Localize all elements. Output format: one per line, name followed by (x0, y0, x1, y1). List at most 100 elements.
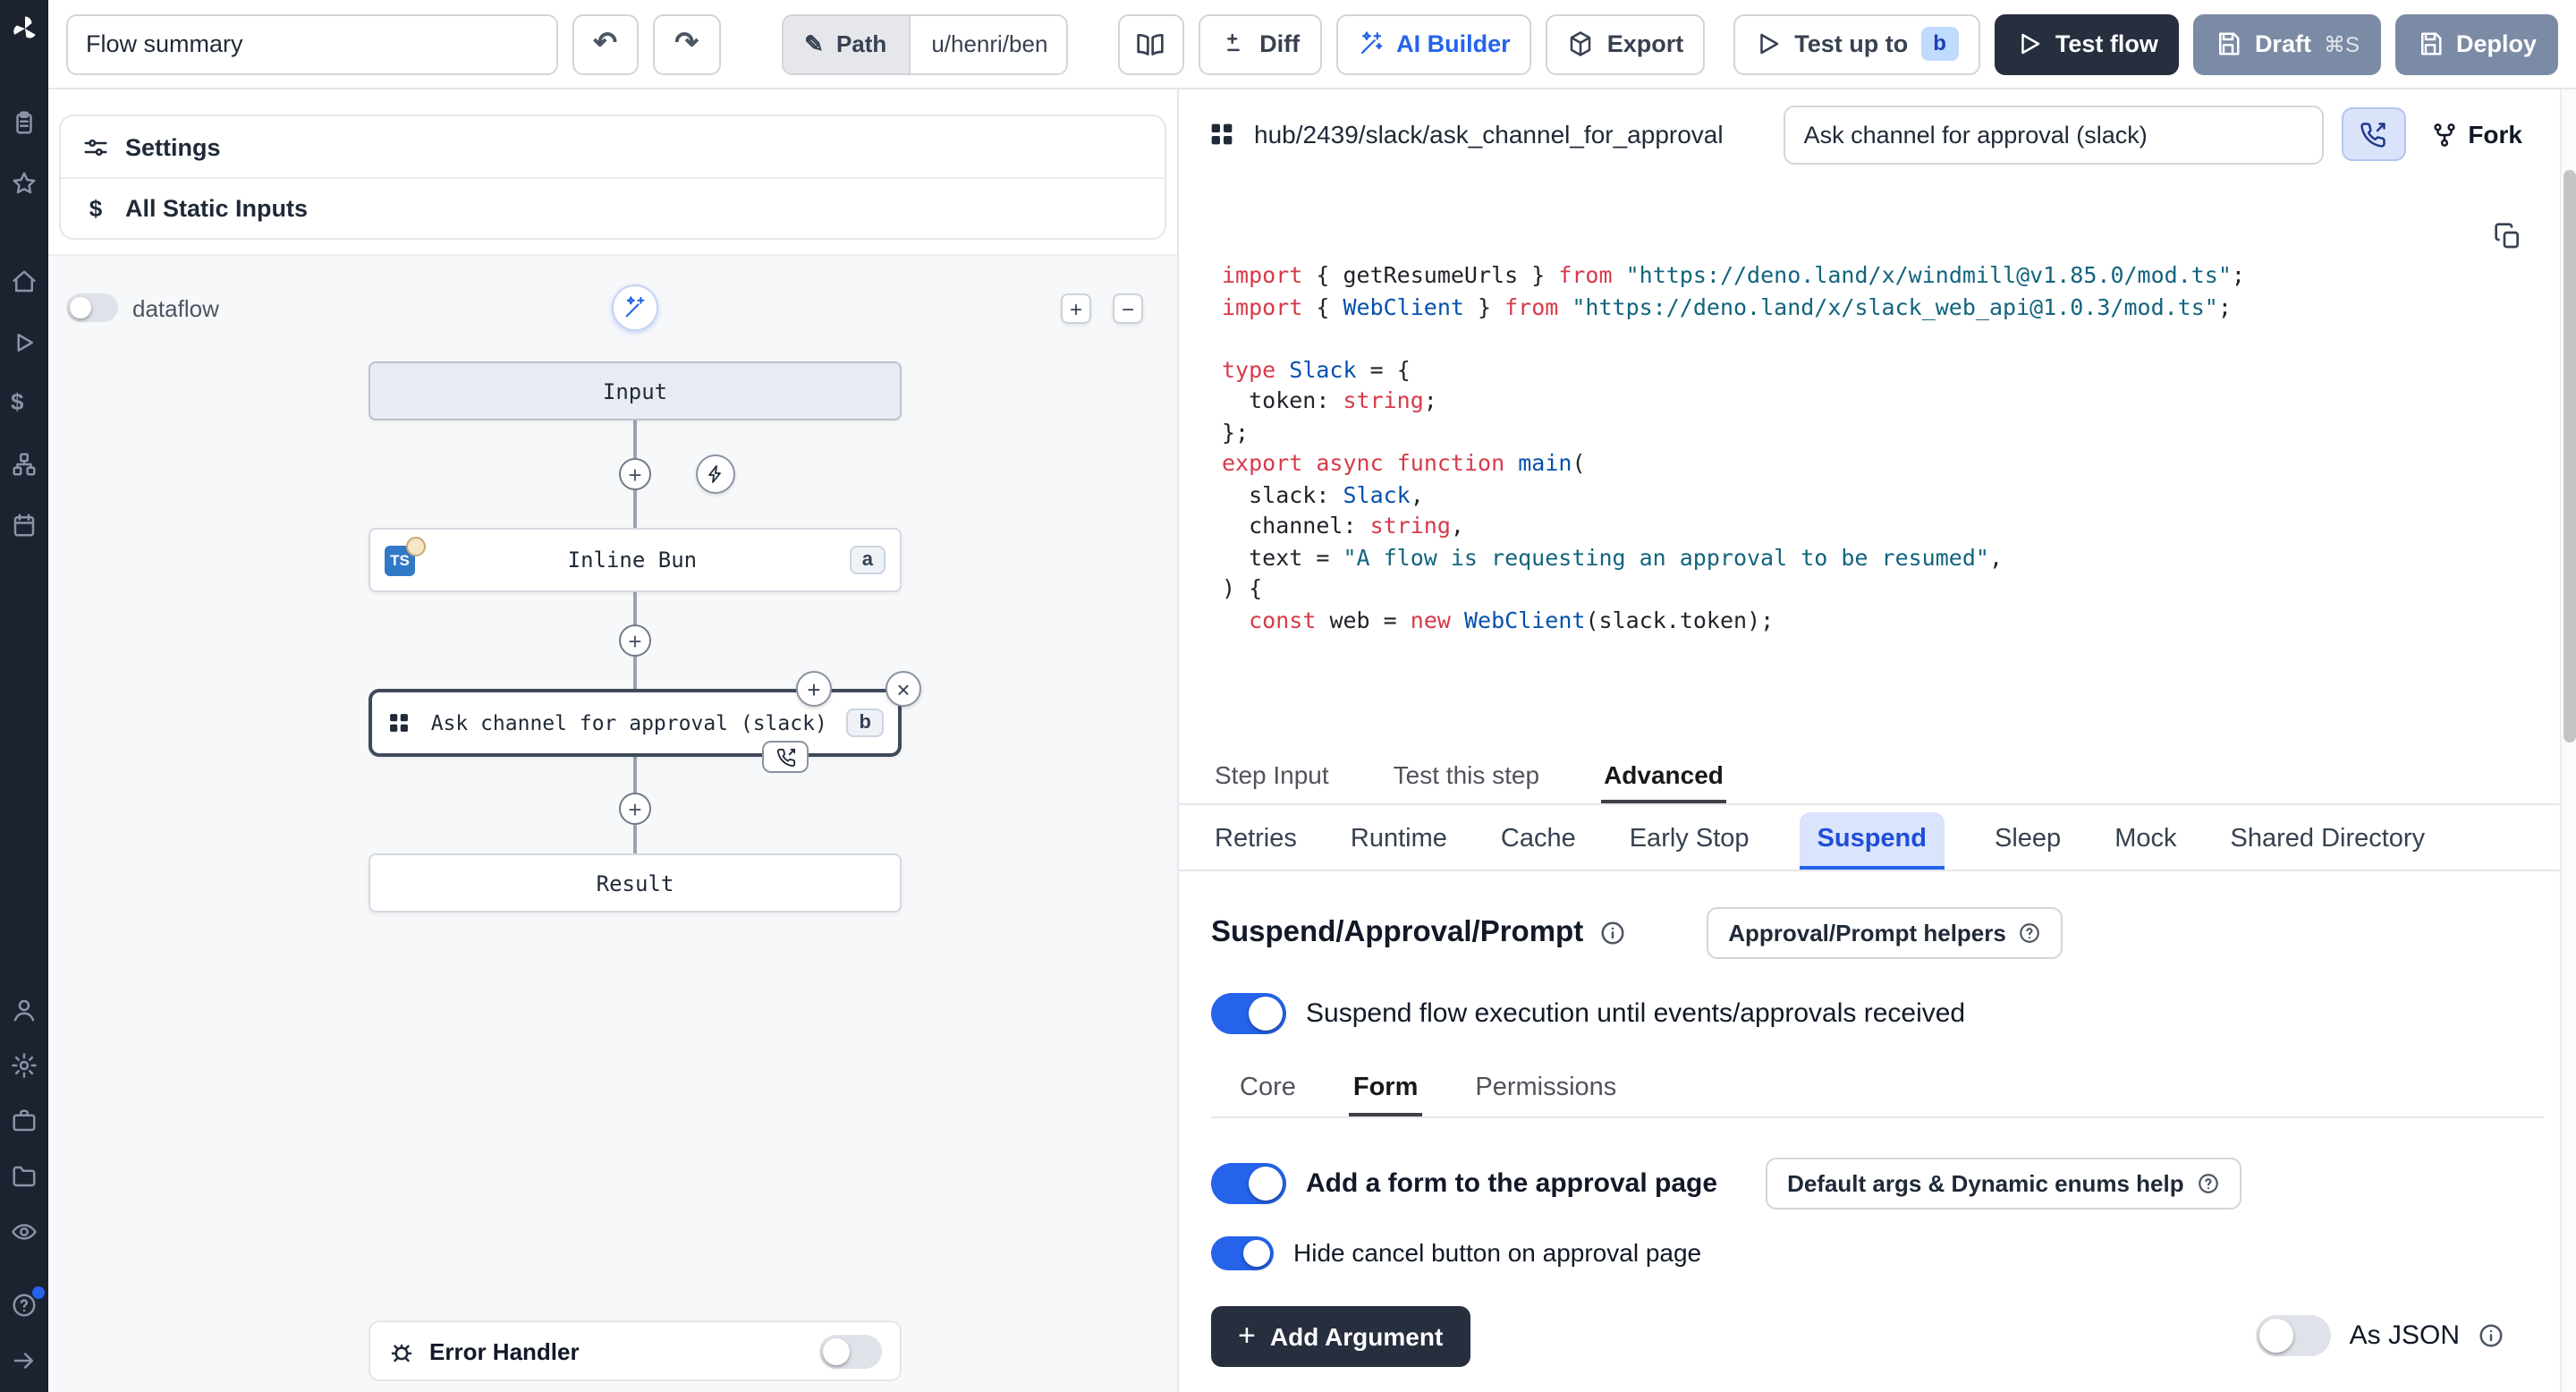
tab-mock[interactable]: Mock (2111, 811, 2180, 869)
home-icon[interactable] (11, 268, 38, 295)
dollar-icon[interactable]: $ (11, 390, 38, 417)
tab-cache[interactable]: Cache (1497, 811, 1580, 869)
help-circle-icon (2019, 921, 2042, 944)
play-outline-icon (1755, 30, 1782, 57)
app: $ ↶ (0, 0, 2576, 1392)
node-remove-button[interactable]: × (886, 671, 921, 707)
draft-label: Draft (2255, 30, 2311, 57)
expand-arrow-icon[interactable] (11, 1347, 38, 1374)
play-icon[interactable] (11, 329, 38, 356)
book-button[interactable] (1117, 13, 1184, 74)
hub-icon (386, 710, 411, 735)
suspend-title: Suspend/Approval/Prompt (1211, 915, 1583, 949)
add-step-button[interactable]: + (619, 624, 651, 657)
add-step-button[interactable]: + (619, 793, 651, 825)
wand-icon (1357, 30, 1384, 57)
tab-permissions[interactable]: Permissions (1471, 1064, 1620, 1116)
node-badge: a (850, 546, 886, 574)
plus-icon: + (1238, 1320, 1256, 1351)
tab-early-stop[interactable]: Early Stop (1626, 811, 1753, 869)
test-flow-button[interactable]: Test flow (1995, 13, 2180, 74)
suspend-sub-tabs: Core Form Permissions (1211, 1062, 2544, 1117)
tab-core[interactable]: Core (1236, 1064, 1300, 1116)
tab-test-this-step[interactable]: Test this step (1390, 749, 1543, 802)
suspend-toggle[interactable] (1211, 992, 1286, 1033)
suspend-indicator[interactable] (762, 741, 809, 773)
notification-dot (32, 1286, 45, 1299)
draft-shortcut: ⌘S (2324, 31, 2360, 56)
advanced-tabs: Retries Runtime Cache Early Stop Suspend Slee… (1179, 804, 2576, 870)
briefcase-icon[interactable] (11, 1108, 38, 1134)
as-json-label: As JSON (2350, 1320, 2460, 1351)
fork-button[interactable]: Fork (2423, 120, 2529, 149)
deploy-button[interactable]: Deploy (2395, 13, 2558, 74)
zoom-out-button[interactable]: − (1113, 293, 1143, 324)
scrollbar-thumb[interactable] (2563, 170, 2576, 743)
gear-icon[interactable] (11, 1052, 38, 1079)
user-icon[interactable] (11, 997, 38, 1023)
suspend-toggle-label: Suspend flow execution until events/appr… (1306, 997, 1965, 1028)
tab-suspend[interactable]: Suspend (1800, 811, 1945, 869)
diff-icon (1220, 30, 1247, 57)
clipboard-icon[interactable] (11, 109, 38, 136)
settings-row[interactable]: Settings (61, 116, 1165, 177)
suspend-shortcut-button[interactable] (2341, 107, 2405, 161)
node-result[interactable]: Result (369, 853, 902, 912)
ai-builder-button[interactable]: AI Builder (1335, 13, 1532, 74)
dollar-icon: $ (82, 195, 109, 222)
copy-icon[interactable] (2494, 222, 2522, 250)
as-json-toggle[interactable] (2257, 1315, 2332, 1356)
folder-icon[interactable] (11, 1163, 38, 1190)
trigger-button[interactable] (696, 454, 735, 494)
tab-step-input[interactable]: Step Input (1211, 749, 1333, 802)
diff-button[interactable]: Diff (1199, 13, 1321, 74)
step-panel: hub/2439/slack/ask_channel_for_approval … (1179, 89, 2576, 1392)
flow-summary-input[interactable] (66, 13, 557, 74)
path-edit-control[interactable]: ✎ Path u/henri/ben (781, 13, 1067, 74)
hide-cancel-toggle[interactable] (1211, 1235, 1274, 1269)
star-icon[interactable] (11, 170, 38, 197)
error-handler-toggle[interactable] (819, 1334, 882, 1368)
zoom-in-button[interactable]: + (1061, 293, 1091, 324)
test-up-to-button[interactable]: Test up to b (1733, 13, 1980, 74)
eye-icon[interactable] (11, 1218, 38, 1245)
default-args-help-button[interactable]: Default args & Dynamic enums help (1766, 1157, 2241, 1209)
tab-form[interactable]: Form (1350, 1064, 1422, 1116)
windmill-logo-icon[interactable] (8, 13, 40, 45)
undo-icon: ↶ (593, 30, 617, 58)
node-inline-bun[interactable]: TS Inline Bun a (369, 528, 902, 592)
approval-helpers-button[interactable]: Approval/Prompt helpers (1707, 906, 2063, 958)
tab-sleep[interactable]: Sleep (1991, 811, 2064, 869)
tab-runtime[interactable]: Runtime (1347, 811, 1451, 869)
add-argument-button[interactable]: + Add Argument (1211, 1305, 1470, 1366)
export-label: Export (1607, 30, 1684, 57)
node-insert-button[interactable]: + (796, 671, 832, 707)
save-icon (2417, 30, 2444, 57)
dataflow-toggle[interactable] (66, 293, 118, 322)
error-handler-row[interactable]: Error Handler (369, 1320, 902, 1381)
node-input[interactable]: Input (369, 361, 902, 420)
undo-button[interactable]: ↶ (572, 13, 639, 74)
code-editor[interactable]: import { getResumeUrls } from "https://d… (1179, 179, 2576, 747)
step-tabs: Step Input Test this step Advanced (1179, 747, 2576, 804)
info-icon[interactable] (1599, 919, 1626, 946)
export-button[interactable]: Export (1546, 13, 1706, 74)
step-summary-input[interactable] (1784, 105, 2324, 164)
sitemap-icon[interactable] (11, 451, 38, 478)
settings-label: Settings (125, 133, 221, 160)
tab-advanced[interactable]: Advanced (1600, 749, 1727, 802)
form-toggle[interactable] (1211, 1162, 1286, 1203)
add-step-button[interactable]: + (619, 458, 651, 490)
default-args-help-label: Default args & Dynamic enums help (1787, 1169, 2184, 1196)
ai-flow-button[interactable] (612, 284, 658, 331)
tab-retries[interactable]: Retries (1211, 811, 1301, 869)
draft-button[interactable]: Draft ⌘S (2194, 13, 2381, 74)
fork-icon (2430, 121, 2457, 148)
redo-button[interactable]: ↷ (653, 13, 720, 74)
help-icon[interactable] (11, 1292, 38, 1319)
info-icon[interactable] (2478, 1322, 2504, 1349)
static-inputs-row[interactable]: $ All Static Inputs (61, 177, 1165, 238)
hub-path: hub/2439/slack/ask_channel_for_approval (1254, 120, 1724, 149)
tab-shared-directory[interactable]: Shared Directory (2227, 811, 2429, 869)
calendar-icon[interactable] (11, 512, 38, 539)
